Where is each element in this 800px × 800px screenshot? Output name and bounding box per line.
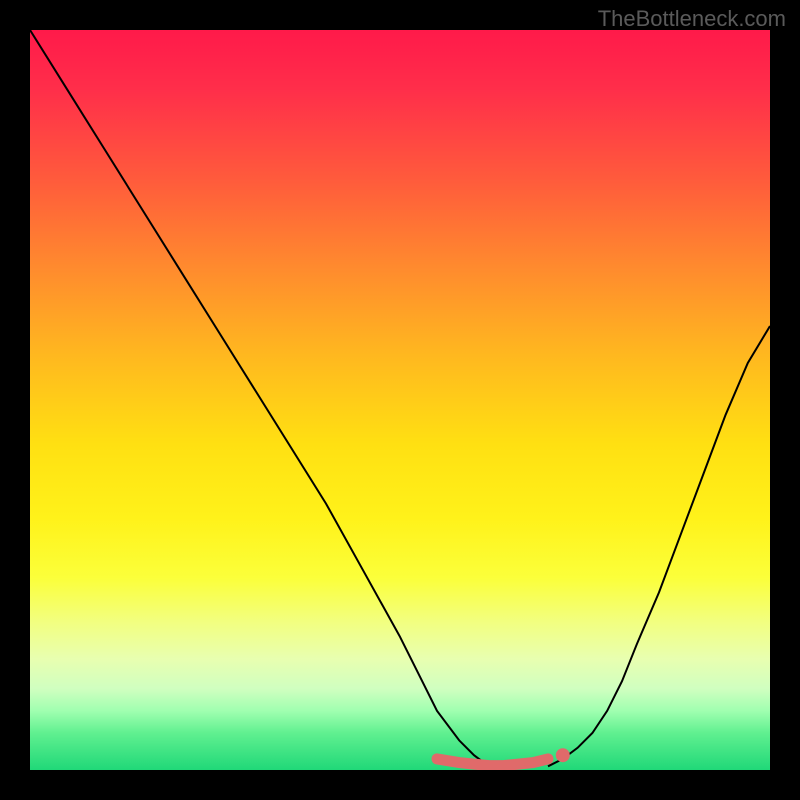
attribution-text: TheBottleneck.com bbox=[598, 6, 786, 32]
left-curve bbox=[30, 30, 489, 766]
optimal-range-highlight bbox=[437, 759, 548, 766]
right-curve bbox=[548, 326, 770, 766]
marker-dot bbox=[556, 748, 570, 762]
chart-svg bbox=[30, 30, 770, 770]
plot-area bbox=[30, 30, 770, 770]
